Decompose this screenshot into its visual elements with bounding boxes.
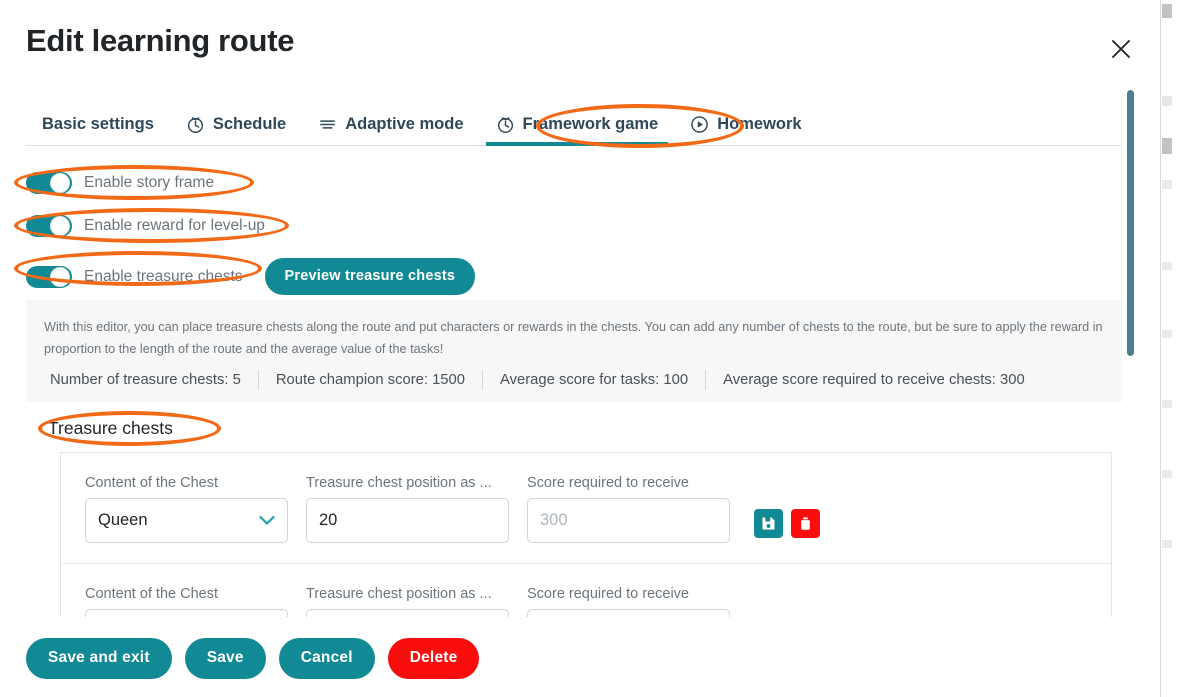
sliders-icon (318, 115, 337, 134)
chest-position-field: Treasure chest position as ... (306, 586, 509, 617)
stat-route-champion-score: Route champion score: 1500 (275, 372, 466, 389)
toggle-row-treasure-chests: Enable treasure chests Preview treasure … (26, 258, 476, 295)
preview-treasure-chests-button[interactable]: Preview treasure chests (264, 258, 476, 295)
save-button[interactable]: Save (184, 638, 266, 679)
toggle-label: Enable treasure chests (84, 267, 243, 285)
background-page-sliver (1160, 0, 1177, 697)
treasure-chest-row: Content of the Chest Treasure chest posi… (61, 564, 1111, 617)
info-stats-bar: Number of treasure chests: 5 Route champ… (44, 370, 1104, 391)
toggle-enable-treasure-chests[interactable] (26, 265, 72, 288)
toggle-knob (50, 216, 70, 236)
treasure-chest-row: Content of the Chest Queen Treasure ches… (61, 453, 1111, 564)
toggle-label: Enable reward for level-up (84, 217, 265, 234)
toggle-enable-story-frame[interactable] (26, 172, 72, 194)
tab-label: Schedule (212, 115, 287, 133)
chest-row-actions (754, 509, 820, 543)
close-icon[interactable] (1108, 36, 1134, 62)
chest-content-field: Content of the Chest (85, 586, 288, 617)
chest-position-input[interactable] (306, 498, 509, 543)
chevron-down-icon (259, 511, 275, 530)
toggle-row-reward-level-up: Enable reward for level-up (26, 215, 265, 237)
toggle-knob (50, 266, 70, 287)
treasure-chest-list: Content of the Chest Queen Treasure ches… (60, 452, 1112, 617)
edit-learning-route-dialog: Edit learning route Basic settings Sched… (0, 0, 1160, 697)
field-label: Treasure chest position as ... (306, 475, 492, 491)
delete-button[interactable]: Delete (387, 638, 480, 679)
tab-homework[interactable]: Homework (674, 104, 817, 145)
tab-label: Homework (717, 115, 802, 133)
modal-scrollbar-track[interactable] (1127, 90, 1134, 610)
stat-average-score-required: Average score required to receive chests… (723, 372, 1025, 389)
clock-icon (186, 115, 205, 134)
info-description: With this editor, you can place treasure… (44, 320, 1103, 357)
chest-score-field: Score required to receive (527, 586, 730, 617)
tab-label: Framework game (522, 115, 659, 133)
tab-framework-game[interactable]: Framework game (480, 104, 675, 146)
tab-schedule[interactable]: Schedule (170, 104, 302, 145)
toggle-knob (50, 173, 70, 193)
field-label: Score required to receive (527, 586, 689, 602)
modal-scrollbar-thumb[interactable] (1127, 90, 1134, 356)
stat-number-of-chests: Number of treasure chests: 5 (50, 372, 241, 389)
tab-label: Basic settings (42, 115, 154, 133)
info-panel: With this editor, you can place treasure… (26, 300, 1122, 403)
field-label: Treasure chest position as ... (306, 586, 492, 602)
tab-bar: Basic settings Schedule Adaptive mode Fr… (26, 104, 1122, 146)
toggle-row-story-frame: Enable story frame (26, 172, 214, 194)
section-heading-treasure-chests: Treasure chests (48, 418, 173, 438)
toggle-enable-reward-for-level-up[interactable] (26, 215, 72, 237)
tab-basic-settings[interactable]: Basic settings (26, 104, 170, 145)
field-label: Score required to receive (527, 475, 689, 491)
play-circle-icon (690, 115, 709, 134)
tab-adaptive-mode[interactable]: Adaptive mode (302, 104, 479, 145)
stat-average-score-tasks: Average score for tasks: 100 (500, 372, 689, 389)
trash-icon[interactable] (791, 509, 820, 538)
chest-content-select[interactable] (85, 609, 288, 617)
chest-position-input[interactable] (306, 609, 509, 617)
save-icon[interactable] (754, 509, 783, 538)
chest-position-field: Treasure chest position as ... (306, 475, 509, 543)
chest-content-field: Content of the Chest Queen (85, 475, 288, 543)
field-label: Content of the Chest (85, 475, 218, 491)
select-value: Queen (98, 511, 148, 529)
app-root: Edit learning route Basic settings Sched… (0, 0, 1177, 697)
page-title: Edit learning route (26, 23, 295, 58)
field-label: Content of the Chest (85, 586, 218, 602)
tab-label: Adaptive mode (345, 115, 464, 133)
clock-icon (496, 115, 515, 134)
dialog-footer: Save and exit Save Cancel Delete (0, 620, 1160, 697)
cancel-button[interactable]: Cancel (278, 638, 375, 679)
chest-score-input[interactable] (527, 498, 730, 543)
chest-content-select[interactable]: Queen (85, 498, 288, 543)
toggle-label: Enable story frame (84, 174, 215, 191)
save-and-exit-button[interactable]: Save and exit (26, 638, 172, 679)
chest-score-input[interactable] (527, 609, 730, 617)
chest-score-field: Score required to receive (527, 475, 730, 543)
